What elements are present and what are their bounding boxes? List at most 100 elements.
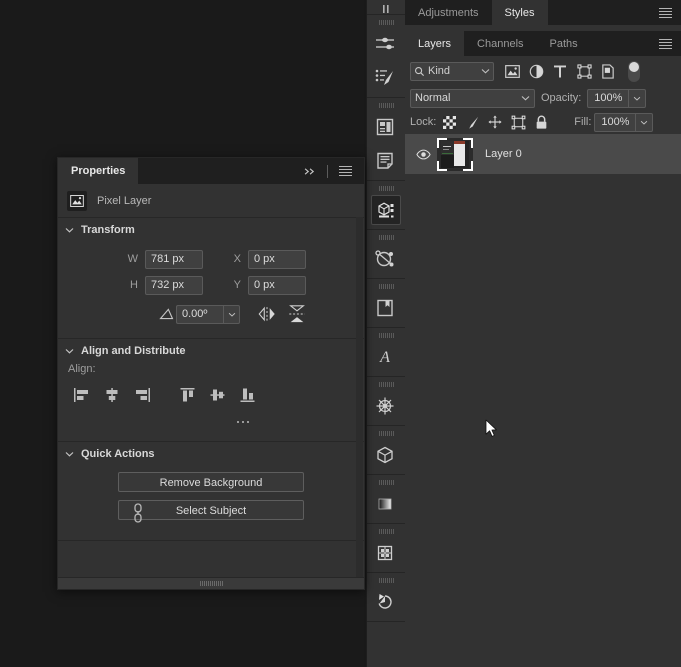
align-left-edges-icon[interactable] xyxy=(67,384,97,406)
filter-kind-select[interactable]: Kind xyxy=(410,61,494,81)
libraries-icon[interactable] xyxy=(367,291,403,325)
width-label: W xyxy=(127,253,138,265)
patterns-icon[interactable] xyxy=(367,536,403,570)
properties-icon[interactable] xyxy=(371,195,401,225)
dock-grip[interactable] xyxy=(367,426,405,438)
filter-smart-object-icon[interactable] xyxy=(596,60,620,82)
layers-panel-menu-button[interactable] xyxy=(650,31,681,56)
lock-artboard-icon[interactable] xyxy=(508,112,528,132)
link-chain-icon[interactable] xyxy=(131,500,145,526)
filter-enable-toggle[interactable] xyxy=(628,60,640,82)
search-icon xyxy=(415,66,425,76)
layer-name-label[interactable]: Layer 0 xyxy=(485,148,522,160)
eye-icon[interactable] xyxy=(411,149,435,160)
table-row[interactable]: Layer 0 xyxy=(405,134,681,174)
navigator-icon[interactable] xyxy=(367,389,403,423)
flip-horizontal-icon[interactable] xyxy=(252,301,282,327)
tab-adjustments[interactable]: Adjustments xyxy=(405,0,492,25)
lock-position-icon[interactable] xyxy=(485,112,505,132)
dock-grip[interactable] xyxy=(367,377,405,389)
align-vertical-centers-icon[interactable] xyxy=(203,384,233,406)
dock-grip[interactable] xyxy=(367,475,405,487)
3d-icon[interactable] xyxy=(367,438,403,472)
layer-thumbnail[interactable] xyxy=(437,137,473,171)
align-top-edges-icon[interactable] xyxy=(173,384,203,406)
opacity-chevron-down-icon[interactable] xyxy=(628,89,645,107)
transform-section-header[interactable]: Transform xyxy=(58,218,364,242)
filter-pixel-icon[interactable] xyxy=(500,60,524,82)
x-input[interactable]: 0 px xyxy=(248,249,306,269)
tab-layers[interactable]: Layers xyxy=(405,31,465,56)
align-horizontal-centers-icon[interactable] xyxy=(97,384,127,406)
properties-scrollbar[interactable] xyxy=(356,217,363,577)
glyphs-icon[interactable]: A xyxy=(367,340,403,374)
tab-styles[interactable]: Styles xyxy=(491,0,548,25)
align-distribute-title: Align and Distribute xyxy=(81,345,186,357)
transform-row-wx: W 781 px X 0 px xyxy=(122,246,364,272)
y-input[interactable]: 0 px xyxy=(248,275,306,295)
tab-properties[interactable]: Properties xyxy=(58,158,139,184)
height-input[interactable]: 732 px xyxy=(145,275,203,295)
flip-vertical-icon[interactable] xyxy=(282,301,312,327)
lock-image-icon[interactable] xyxy=(462,112,482,132)
top-panel-menu-button[interactable] xyxy=(650,0,681,25)
quick-actions-header[interactable]: Quick Actions xyxy=(58,442,364,466)
y-label: Y xyxy=(233,279,241,291)
angle-chevron-down-icon[interactable] xyxy=(223,304,240,324)
x-label: X xyxy=(233,253,241,265)
dock-group-properties xyxy=(367,181,405,230)
opacity-field[interactable]: 100% xyxy=(587,88,647,108)
history-icon[interactable] xyxy=(367,585,403,619)
align-bottom-edges-icon[interactable] xyxy=(233,384,263,406)
dock-grip[interactable] xyxy=(367,230,405,242)
double-chevron-right-icon[interactable] xyxy=(298,158,322,184)
chevron-down-icon[interactable] xyxy=(65,226,74,235)
angle-icon xyxy=(156,308,176,320)
selection-bracket xyxy=(437,160,447,171)
width-input[interactable]: 781 px xyxy=(145,249,203,269)
layers-panel-tabstrip: Layers Channels Paths xyxy=(405,31,681,56)
angle-input[interactable]: 0.00º xyxy=(176,304,223,324)
paths-icon[interactable] xyxy=(367,242,403,276)
more-options-icon[interactable] xyxy=(232,415,254,429)
dock-grip[interactable] xyxy=(367,524,405,536)
fill-field[interactable]: 100% xyxy=(594,112,654,132)
blend-mode-select[interactable]: Normal xyxy=(410,88,535,108)
layer-comps-icon[interactable] xyxy=(367,110,403,144)
align-label: Align: xyxy=(68,363,96,375)
tool-presets-icon[interactable] xyxy=(367,27,403,61)
chevron-down-icon[interactable] xyxy=(65,450,74,459)
dock-grip[interactable] xyxy=(367,181,405,193)
quick-actions-section: Quick Actions Remove Background Select S… xyxy=(58,442,364,541)
align-right-edges-icon[interactable] xyxy=(127,384,157,406)
dock-grip[interactable] xyxy=(367,15,405,27)
tab-paths[interactable]: Paths xyxy=(536,31,591,56)
dock-group-comps xyxy=(367,98,405,181)
align-distribute-header[interactable]: Align and Distribute xyxy=(58,339,364,363)
brush-settings-icon[interactable] xyxy=(367,61,403,95)
lock-all-icon[interactable] xyxy=(531,112,551,132)
dock-grip[interactable] xyxy=(367,279,405,291)
gradients-icon[interactable] xyxy=(367,487,403,521)
dock-grip[interactable] xyxy=(367,98,405,110)
blend-mode-value: Normal xyxy=(415,92,451,104)
dock-group-paths xyxy=(367,230,405,279)
transform-section: Transform W 781 px X 0 px H 732 px Y 0 p… xyxy=(58,218,364,523)
blend-mode-row: Normal Opacity: 100% xyxy=(405,86,681,110)
height-label: H xyxy=(130,279,138,291)
filter-type-icon[interactable] xyxy=(548,60,572,82)
tab-channels[interactable]: Channels xyxy=(464,31,537,56)
filter-adjustment-icon[interactable] xyxy=(524,60,548,82)
dock-grip[interactable] xyxy=(367,328,405,340)
dock-grip[interactable] xyxy=(367,573,405,585)
chevron-down-icon[interactable] xyxy=(65,347,74,356)
fill-chevron-down-icon[interactable] xyxy=(635,113,652,131)
select-subject-button[interactable]: Select Subject xyxy=(118,500,304,520)
filter-shape-icon[interactable] xyxy=(572,60,596,82)
transform-row-hy: H 732 px Y 0 px xyxy=(122,272,364,298)
notes-icon[interactable] xyxy=(367,144,403,178)
properties-menu-button[interactable] xyxy=(333,158,357,184)
lock-transparency-icon[interactable] xyxy=(439,112,459,132)
remove-background-button[interactable]: Remove Background xyxy=(118,472,304,492)
properties-resize-grip[interactable] xyxy=(58,577,364,589)
